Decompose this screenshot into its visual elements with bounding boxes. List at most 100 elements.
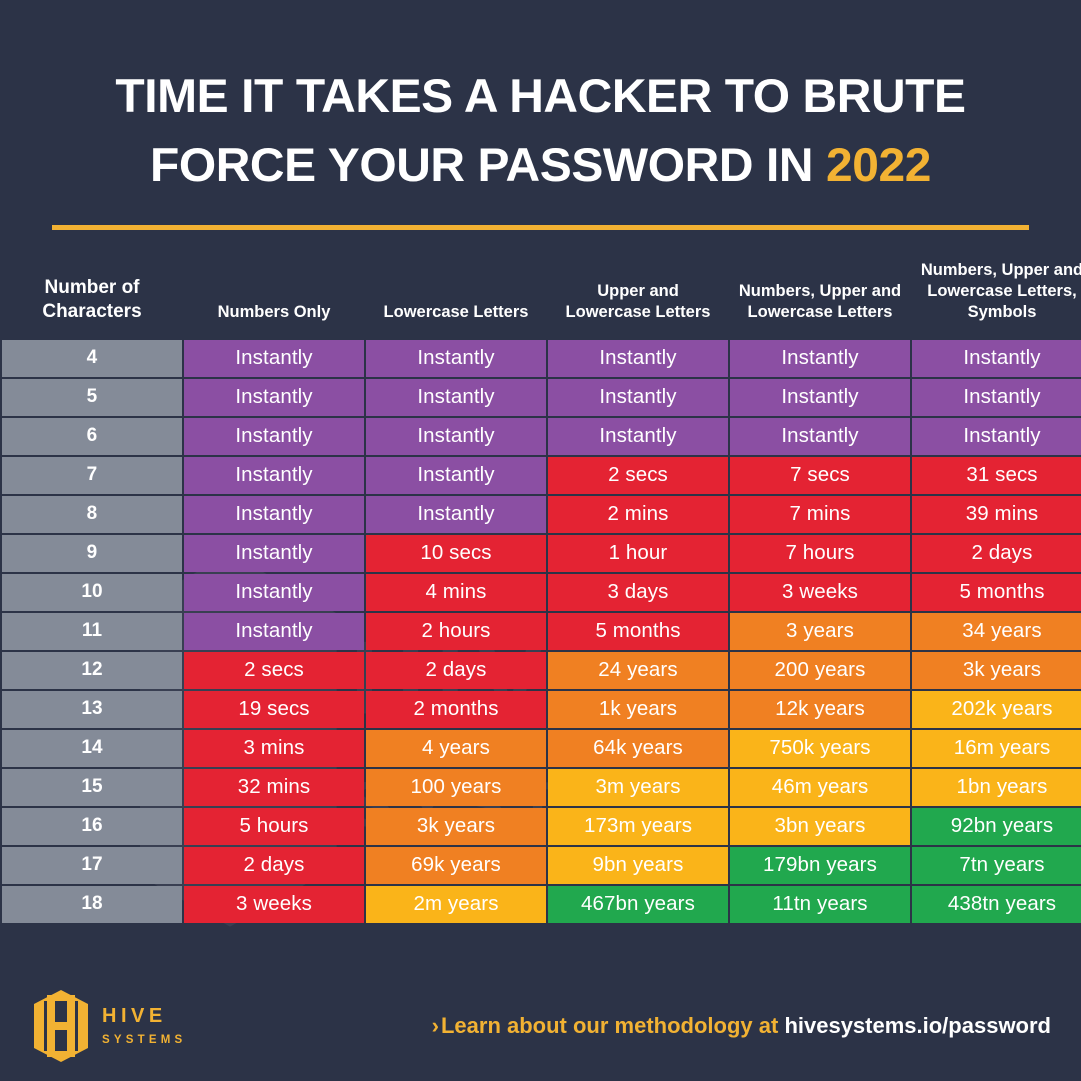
table-row: 9 Instantly 10 secs 1 hour 7 hours 2 days bbox=[2, 534, 1081, 572]
cell-crack-time: Instantly bbox=[730, 339, 910, 377]
cell-character-count: 14 bbox=[2, 729, 182, 767]
cell-crack-time: 7 hours bbox=[730, 534, 910, 572]
cell-character-count: 11 bbox=[2, 612, 182, 650]
cell-crack-time: 39 mins bbox=[912, 495, 1081, 533]
table-row: 8 Instantly Instantly 2 mins 7 mins 39 mins bbox=[2, 495, 1081, 533]
cell-crack-time: 200 years bbox=[730, 651, 910, 689]
table-header-row: Number of Characters Numbers Only Lowerc… bbox=[2, 254, 1081, 337]
cell-crack-time: 19 secs bbox=[184, 690, 364, 728]
cell-crack-time: 92bn years bbox=[912, 807, 1081, 845]
cell-crack-time: 3 weeks bbox=[730, 573, 910, 611]
cell-crack-time: Instantly bbox=[184, 495, 364, 533]
table-row: 7 Instantly Instantly 2 secs 7 secs 31 secs bbox=[2, 456, 1081, 494]
page-title-line-2-text: FORCE YOUR PASSWORD IN bbox=[149, 137, 827, 191]
cell-crack-time: 2m years bbox=[366, 885, 546, 923]
cell-character-count: 17 bbox=[2, 846, 182, 884]
cell-crack-time: Instantly bbox=[184, 417, 364, 455]
cell-crack-time: Instantly bbox=[366, 456, 546, 494]
cell-crack-time: 7 secs bbox=[730, 456, 910, 494]
cell-crack-time: 1bn years bbox=[912, 768, 1081, 806]
cell-crack-time: 750k years bbox=[730, 729, 910, 767]
cell-crack-time: 438tn years bbox=[912, 885, 1081, 923]
cell-crack-time: 3k years bbox=[912, 651, 1081, 689]
cell-crack-time: 2 days bbox=[366, 651, 546, 689]
cell-crack-time: 5 months bbox=[912, 573, 1081, 611]
cell-crack-time: Instantly bbox=[184, 612, 364, 650]
password-crack-time-table: Number of Characters Numbers Only Lowerc… bbox=[0, 252, 1081, 924]
cell-crack-time: 173m years bbox=[548, 807, 728, 845]
column-header-lowercase-letters: Lowercase Letters bbox=[383, 303, 529, 322]
cell-crack-time: 3bn years bbox=[730, 807, 910, 845]
table-row: 11 Instantly 2 hours 5 months 3 years 34 year… bbox=[2, 612, 1081, 650]
cell-crack-time: 1 hour bbox=[548, 534, 728, 572]
title-block: TIME IT TAKES A HACKER TO BRUTE FORCE YO… bbox=[0, 0, 1081, 231]
cell-crack-time: Instantly bbox=[912, 339, 1081, 377]
table-row: 10 Instantly 4 mins 3 days 3 weeks 5 months bbox=[2, 573, 1081, 611]
cell-crack-time: 179bn years bbox=[730, 846, 910, 884]
infographic-root: HIVE SYSTEMS TIME IT TAKES A HACKER TO B… bbox=[0, 0, 1081, 1081]
cell-character-count: 8 bbox=[2, 495, 182, 533]
column-header-number-of-characters: Number of Characters bbox=[42, 277, 142, 322]
table-row: 6 Instantly Instantly Instantly Instantly Ins… bbox=[2, 417, 1081, 455]
cell-crack-time: 16m years bbox=[912, 729, 1081, 767]
cell-character-count: 6 bbox=[2, 417, 182, 455]
page-title-year: 2022 bbox=[826, 137, 932, 191]
column-header-numbers-upper-lowercase-letters: Numbers, Upper and Lowercase Letters bbox=[738, 282, 902, 322]
cell-crack-time: Instantly bbox=[366, 378, 546, 416]
page-title-line-1: TIME IT TAKES A HACKER TO BRUTE bbox=[115, 69, 966, 122]
hive-logo-icon bbox=[34, 990, 88, 1062]
cell-crack-time: 3m years bbox=[548, 768, 728, 806]
cell-character-count: 13 bbox=[2, 690, 182, 728]
cell-crack-time: 202k years bbox=[912, 690, 1081, 728]
cell-character-count: 7 bbox=[2, 456, 182, 494]
cell-crack-time: Instantly bbox=[184, 378, 364, 416]
cell-crack-time: Instantly bbox=[184, 339, 364, 377]
cell-crack-time: 4 mins bbox=[366, 573, 546, 611]
cell-crack-time: 69k years bbox=[366, 846, 546, 884]
cell-character-count: 18 bbox=[2, 885, 182, 923]
cell-crack-time: Instantly bbox=[548, 378, 728, 416]
hive-logo-wordmark: HIVE SYSTEMS bbox=[102, 1006, 186, 1047]
cell-crack-time: 4 years bbox=[366, 729, 546, 767]
password-crack-time-table-wrap: Number of Characters Numbers Only Lowerc… bbox=[0, 252, 1081, 924]
cell-crack-time: 7 mins bbox=[730, 495, 910, 533]
cell-character-count: 12 bbox=[2, 651, 182, 689]
column-header-numbers-only: Numbers Only bbox=[217, 303, 331, 322]
cell-crack-time: 34 years bbox=[912, 612, 1081, 650]
table-row: 5 Instantly Instantly Instantly Instantly Ins… bbox=[2, 378, 1081, 416]
cell-crack-time: 2 hours bbox=[366, 612, 546, 650]
table-row: 16 5 hours 3k years 173m years 3bn years 92bn… bbox=[2, 807, 1081, 845]
table-row: 13 19 secs 2 months 1k years 12k years 202k y… bbox=[2, 690, 1081, 728]
logo-text-hive: HIVE bbox=[102, 1004, 167, 1027]
cell-crack-time: 46m years bbox=[730, 768, 910, 806]
column-header-numbers-upper-lowercase-letters-symbols: Numbers, Upper and Lowercase Letters, Sy… bbox=[920, 261, 1081, 322]
table-body: 4 Instantly Instantly Instantly Instantly Ins… bbox=[2, 339, 1081, 923]
chevron-right-icon: › bbox=[431, 1013, 439, 1038]
title-divider bbox=[52, 225, 1029, 231]
table-header: Number of Characters Numbers Only Lowerc… bbox=[2, 254, 1081, 337]
cell-crack-time: 3 years bbox=[730, 612, 910, 650]
cell-crack-time: 2 secs bbox=[548, 456, 728, 494]
cell-crack-time: 2 days bbox=[184, 846, 364, 884]
cell-character-count: 16 bbox=[2, 807, 182, 845]
cell-crack-time: 3 days bbox=[548, 573, 728, 611]
table-row: 17 2 days 69k years 9bn years 179bn years 7tn… bbox=[2, 846, 1081, 884]
cell-crack-time: 100 years bbox=[366, 768, 546, 806]
cell-crack-time: 1k years bbox=[548, 690, 728, 728]
page-title-line-2: FORCE YOUR PASSWORD IN 2022 bbox=[42, 131, 1039, 200]
methodology-cta-text: Learn about our methodology at bbox=[440, 1013, 785, 1038]
cell-crack-time: Instantly bbox=[730, 378, 910, 416]
column-header-upper-and-lowercase-letters: Upper and Lowercase Letters bbox=[565, 282, 711, 322]
cell-crack-time: Instantly bbox=[366, 495, 546, 533]
cell-crack-time: 10 secs bbox=[366, 534, 546, 572]
cell-crack-time: Instantly bbox=[184, 534, 364, 572]
cell-crack-time: 3k years bbox=[366, 807, 546, 845]
cell-crack-time: Instantly bbox=[730, 417, 910, 455]
logo-text-systems: SYSTEMS bbox=[102, 1033, 187, 1046]
cell-crack-time: 2 days bbox=[912, 534, 1081, 572]
cell-crack-time: 5 hours bbox=[184, 807, 364, 845]
cell-crack-time: Instantly bbox=[912, 417, 1081, 455]
methodology-cta[interactable]: ›Learn about our methodology at hivesyst… bbox=[260, 1013, 1081, 1039]
cell-character-count: 15 bbox=[2, 768, 182, 806]
cell-crack-time: 2 secs bbox=[184, 651, 364, 689]
